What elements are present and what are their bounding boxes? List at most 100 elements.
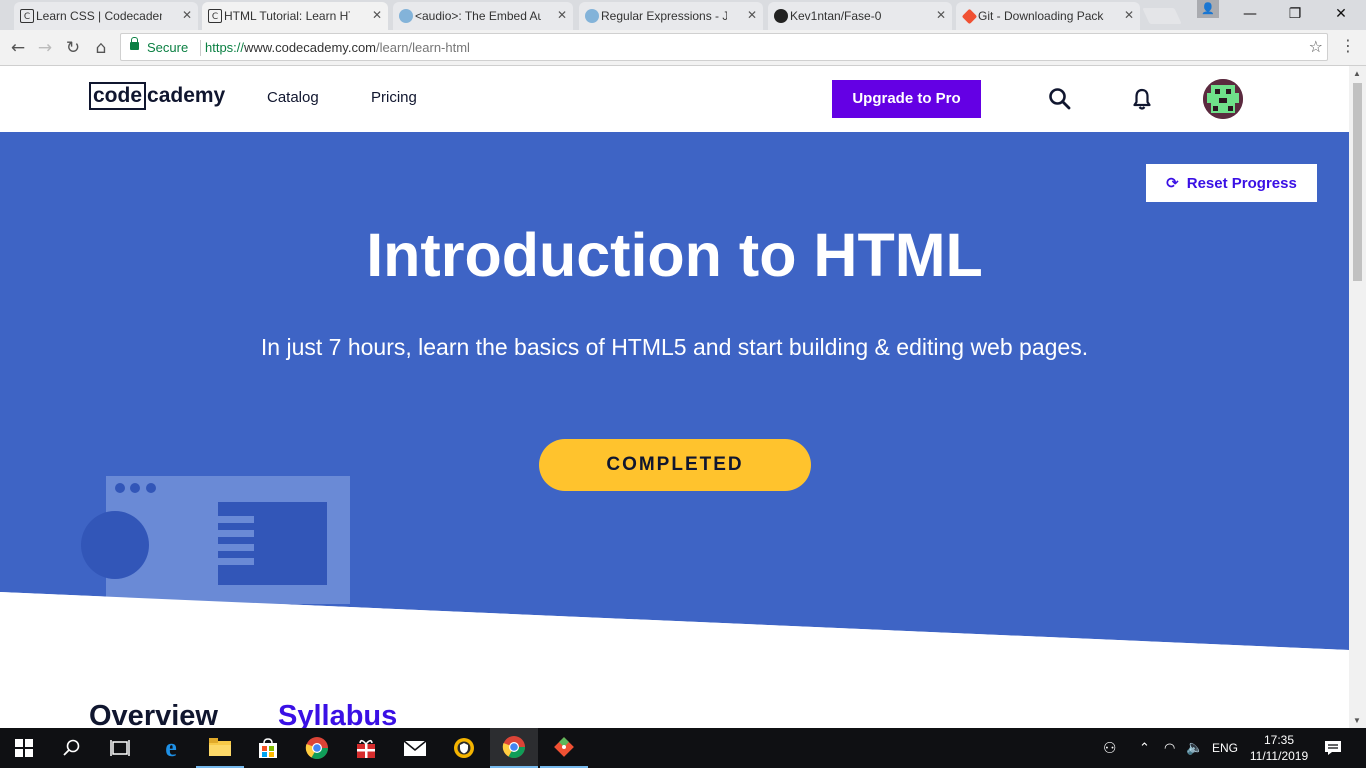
git-icon [961,8,978,25]
browser-tab-6[interactable]: Git - Downloading Package ✕ [956,2,1140,30]
taskbar-search-glyph [63,739,80,756]
mdn-icon [585,9,599,23]
profile-icon[interactable]: 👤 [1197,0,1219,18]
chrome-glyph [502,736,525,758]
codecademy-icon: C [20,9,34,23]
edge-icon[interactable]: e [147,728,195,768]
file-explorer-icon[interactable] [196,728,244,768]
browser-tab-4[interactable]: Regular Expressions - JavaScript ✕ [579,2,763,30]
back-button[interactable]: ← [6,36,30,60]
bookmark-star-icon[interactable]: ☆ [1309,37,1323,56]
scrollbar-thumb[interactable] [1353,83,1362,281]
task-view-glyph [110,740,130,756]
chrome-active-icon[interactable] [490,728,538,768]
wifi-icon[interactable]: ◠ [1164,741,1175,756]
tab-title: Git - Downloading Package [978,9,1104,23]
codecademy-logo[interactable]: code cademy [89,82,225,110]
language-indicator[interactable]: ENG [1212,741,1238,755]
task-view-icon[interactable] [96,728,144,768]
bell-icon[interactable] [1129,86,1155,112]
vertical-scrollbar[interactable]: ▲ ▼ [1349,66,1366,728]
kebab-menu-icon[interactable]: ⋮ [1340,36,1356,55]
url-scheme: https:// [205,40,245,55]
course-hero: ⟳ Reset Progress Introduction to HTML In… [0,132,1349,652]
avatar[interactable] [1203,79,1243,119]
chevron-up-icon[interactable]: ⌃ [1139,741,1150,756]
system-clock[interactable]: 17:35 11/11/2019 [1248,732,1310,764]
refresh-icon: ⟳ [1166,174,1179,192]
forward-button[interactable]: → [33,36,57,60]
mdn-icon [399,9,413,23]
close-icon[interactable]: ✕ [1124,8,1134,22]
action-center-glyph [1325,741,1341,755]
home-button[interactable]: ⌂ [89,36,113,60]
restore-button[interactable]: ❐ [1272,0,1318,28]
close-window-button[interactable]: ✕ [1318,0,1364,28]
people-icon[interactable]: ⚇ [1103,739,1116,757]
reset-progress-label: Reset Progress [1186,174,1297,192]
scroll-up-icon[interactable]: ▲ [1353,69,1361,78]
chrome-icon[interactable] [293,728,341,768]
reset-progress-button[interactable]: ⟳ Reset Progress [1146,164,1317,202]
search-icon[interactable] [48,728,96,768]
mail-icon[interactable] [391,728,439,768]
tab-title: Kev1ntan/Fase-0 [790,9,882,23]
reload-button[interactable]: ↻ [61,36,85,60]
address-bar[interactable]: Secure https://www.codecademy.com/learn/… [120,33,1328,61]
notifications-icon[interactable] [1312,728,1354,768]
close-icon[interactable]: ✕ [182,8,192,22]
browser-tab-3[interactable]: <audio>: The Embed Audio ✕ [393,2,573,30]
store-icon[interactable] [244,728,292,768]
logo-box: code [89,82,147,110]
browser-tab-1[interactable]: C Learn CSS | Codecademy ✕ [14,2,198,30]
upgrade-to-pro-button[interactable]: Upgrade to Pro [832,80,981,118]
shield-icon[interactable] [440,728,488,768]
browser-illustration [81,476,350,604]
close-icon[interactable]: ✕ [557,8,567,22]
minimize-button[interactable]: — [1227,0,1273,28]
folder-glyph [209,738,231,756]
avatar-pixel-art [1203,79,1243,119]
close-icon[interactable]: ✕ [936,8,946,22]
tab-syllabus[interactable]: Syllabus [278,700,397,728]
lock-icon [130,37,139,50]
git-diamond-glyph [554,737,574,757]
search-icon[interactable] [1047,86,1073,112]
close-icon[interactable]: ✕ [372,8,382,22]
codecademy-icon: C [208,9,222,23]
url-path: /learn/learn-html [376,40,470,55]
nav-catalog[interactable]: Catalog [267,89,319,106]
tab-title: <audio>: The Embed Audio [415,9,541,23]
gift-glyph [357,739,375,758]
tab-overview[interactable]: Overview [89,700,218,728]
gift-app-icon[interactable] [342,728,390,768]
url-host: www.codecademy.com [244,40,377,55]
github-icon [774,9,788,23]
shield-glyph [454,738,474,758]
tab-title: Learn CSS | Codecademy [36,9,162,23]
nav-pricing[interactable]: Pricing [371,89,417,106]
secure-label: Secure [147,40,189,55]
tab-title: HTML Tutorial: Learn HTML [224,9,350,23]
browser-tab-strip: C Learn CSS | Codecademy ✕ C HTML Tutori… [0,0,1366,30]
divider [200,40,201,56]
chrome-glyph [305,737,328,759]
section-tabs: Overview Syllabus [0,696,1349,728]
volume-icon[interactable]: 🔈 [1186,740,1203,756]
completed-button[interactable]: COMPLETED [539,439,811,491]
windows-start-icon[interactable] [0,728,48,768]
tab-title: Regular Expressions - JavaScript [601,9,727,23]
windows-logo-icon [15,739,33,757]
browser-toolbar: ← → ↻ ⌂ Secure https://www.codecademy.co… [0,30,1366,66]
git-app-icon[interactable] [540,728,588,768]
site-header: code cademy Catalog Pricing Upgrade to Pr… [0,66,1349,132]
browser-tab-2[interactable]: C HTML Tutorial: Learn HTML ✕ [202,2,388,30]
clock-date: 11/11/2019 [1249,749,1309,763]
mail-glyph [403,740,427,756]
browser-tab-5[interactable]: Kev1ntan/Fase-0 ✕ [768,2,952,30]
clock-time: 17:35 [1263,733,1295,747]
store-glyph [259,738,277,758]
new-tab-button[interactable] [1142,8,1182,24]
scroll-down-icon[interactable]: ▼ [1353,716,1361,725]
close-icon[interactable]: ✕ [747,8,757,22]
